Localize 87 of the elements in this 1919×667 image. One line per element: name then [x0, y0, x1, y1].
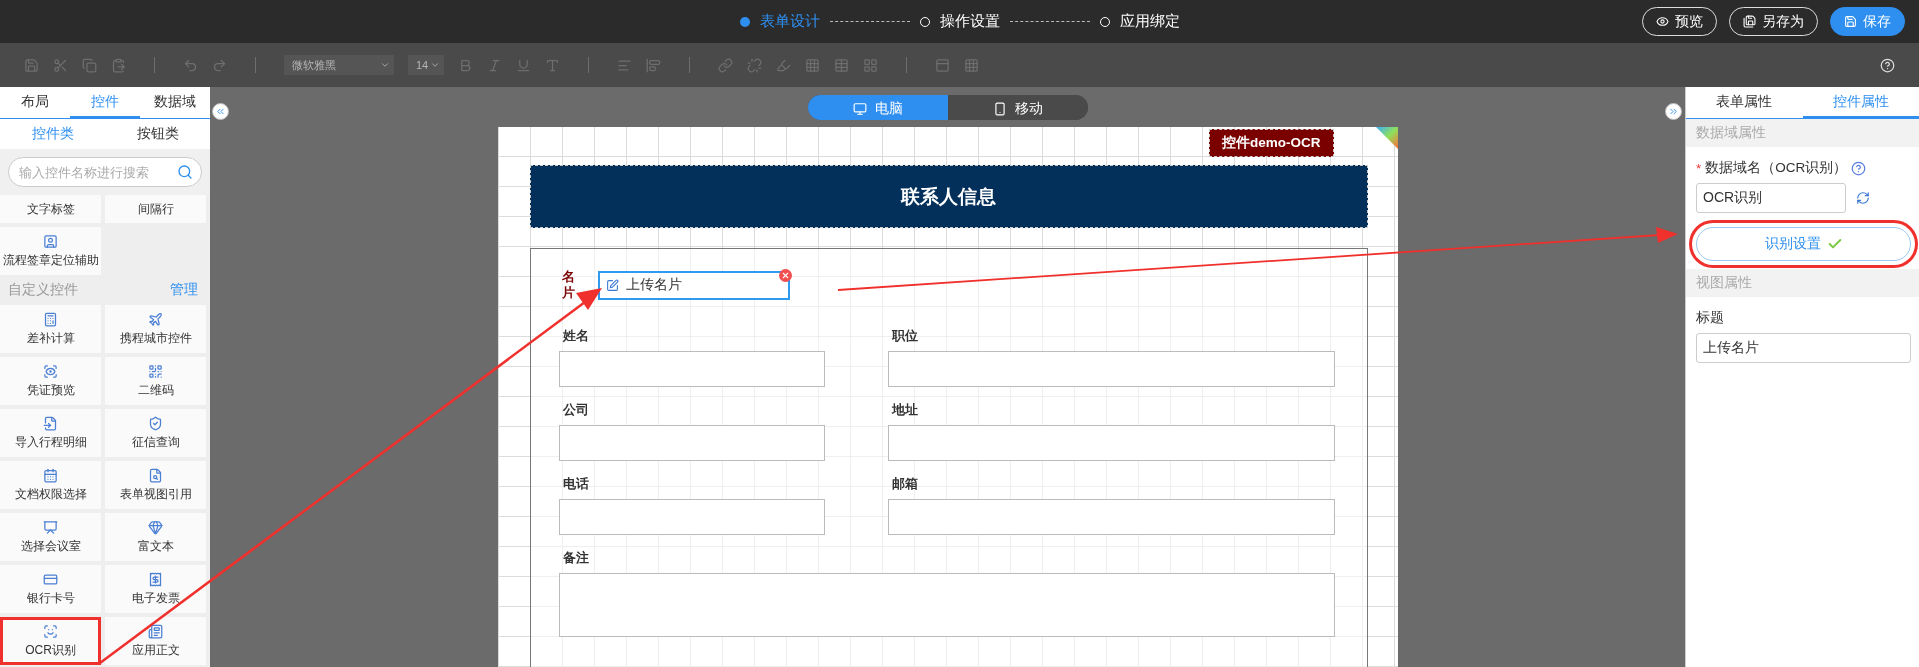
- field-label: 公司: [561, 401, 590, 419]
- shield-icon: [148, 415, 163, 431]
- field-label: 电话: [561, 475, 590, 493]
- presentation-icon: [43, 519, 58, 535]
- sidebar-tab[interactable]: 控件: [70, 87, 140, 119]
- control-item[interactable]: 选择会议室: [0, 513, 101, 561]
- refresh-icon[interactable]: [1856, 191, 1870, 205]
- save-as-button[interactable]: 另存为: [1729, 7, 1818, 36]
- field-label: 标题: [1696, 309, 1724, 327]
- control-item[interactable]: 间隔行: [105, 195, 206, 223]
- field-label: 名片: [561, 269, 576, 301]
- input-field[interactable]: [558, 351, 825, 387]
- field-label: 邮箱: [890, 475, 919, 493]
- control-item[interactable]: 电子发票: [105, 565, 206, 613]
- sidebar-tab[interactable]: 数据域: [140, 87, 210, 119]
- form-badge: 控件demo-OCR: [1209, 129, 1334, 157]
- collapse-right-button[interactable]: [1665, 103, 1682, 120]
- step-tab[interactable]: 表单设计: [739, 12, 820, 31]
- control-item[interactable]: 富文本: [105, 513, 206, 561]
- caret-icon: [430, 60, 440, 70]
- newspaper-icon: [148, 623, 163, 639]
- search-icon[interactable]: [177, 164, 193, 180]
- textarea-field[interactable]: [558, 573, 1335, 637]
- monitor-icon: [852, 102, 867, 116]
- input-field[interactable]: [887, 351, 1335, 387]
- sidebar-tab[interactable]: 布局: [0, 87, 70, 119]
- control-item[interactable]: 携程城市控件: [105, 305, 206, 353]
- search-field[interactable]: 输入控件名称进行搜索: [8, 157, 202, 187]
- chevrons-right-icon: [1668, 106, 1679, 117]
- calculator-icon: [43, 311, 58, 327]
- step-dot-icon: [739, 16, 750, 27]
- close-icon[interactable]: [778, 268, 792, 282]
- help-icon[interactable]: [1851, 160, 1867, 176]
- corner-fold-icon: [1375, 127, 1398, 149]
- gem-icon: [148, 519, 163, 535]
- step-tab[interactable]: 操作设置: [919, 12, 1000, 31]
- scan-face-icon: [43, 623, 58, 639]
- section-header: 数据域属性: [1686, 119, 1919, 147]
- control-item[interactable]: OCR识别: [0, 617, 101, 665]
- input-field[interactable]: [558, 499, 825, 535]
- calendar-icon: [43, 467, 58, 483]
- chevrons-left-icon: [215, 106, 226, 117]
- collapse-left-button[interactable]: [212, 103, 229, 120]
- file-import-icon: [43, 415, 58, 431]
- plane-icon: [148, 311, 163, 327]
- control-item[interactable]: 差补计算: [0, 305, 101, 353]
- save-icon: [1743, 15, 1756, 28]
- step-tab[interactable]: 应用绑定: [1099, 12, 1180, 31]
- control-item[interactable]: 凭证预览: [0, 357, 101, 405]
- category-tab[interactable]: 按钮类: [105, 119, 210, 149]
- control-item[interactable]: 表单视图引用: [105, 461, 206, 509]
- save-icon: [1844, 15, 1857, 28]
- upload-control[interactable]: 上传名片: [597, 270, 790, 300]
- field-label: 职位: [890, 327, 919, 345]
- caret-icon: [380, 60, 390, 70]
- field-label: 数据域名（OCR识别）: [1705, 159, 1848, 177]
- eye-icon: [1656, 15, 1669, 28]
- input-field[interactable]: 上传名片: [1696, 333, 1911, 363]
- eye-icon: [43, 363, 58, 379]
- user-card-icon: [43, 233, 58, 249]
- input-field[interactable]: [558, 425, 825, 461]
- control-item[interactable]: 文字标签: [0, 195, 101, 223]
- control-item[interactable]: 文档权限选择: [0, 461, 101, 509]
- preview-button[interactable]: 预览: [1642, 7, 1717, 36]
- file-search-icon: [148, 467, 163, 483]
- input-field[interactable]: [887, 425, 1335, 461]
- control-item[interactable]: 导入行程明细: [0, 409, 101, 457]
- field-label: 姓名: [561, 327, 590, 345]
- phone-icon: [992, 102, 1007, 116]
- edit-icon: [605, 278, 619, 292]
- control-item[interactable]: 应用正文: [105, 617, 206, 665]
- group-title: 自定义控件: [8, 281, 78, 299]
- control-item[interactable]: 流程签章定位辅助: [0, 227, 101, 275]
- receipt-icon: [148, 571, 163, 587]
- input-field[interactable]: OCR识别: [1696, 183, 1846, 213]
- field-label: 地址: [890, 401, 919, 419]
- field-label: 备注: [561, 549, 590, 567]
- credit-card-icon: [43, 571, 58, 587]
- form-header: 联系人信息: [529, 165, 1368, 228]
- required-mark: *: [1696, 160, 1702, 176]
- section-header: 视图属性: [1686, 269, 1919, 297]
- control-item[interactable]: 征信查询: [105, 409, 206, 457]
- qr-code-icon: [148, 363, 163, 379]
- control-item[interactable]: 二维码: [105, 357, 206, 405]
- properties-tab[interactable]: 表单属性: [1686, 87, 1803, 119]
- input-field[interactable]: [887, 499, 1335, 535]
- control-item[interactable]: 银行卡号: [0, 565, 101, 613]
